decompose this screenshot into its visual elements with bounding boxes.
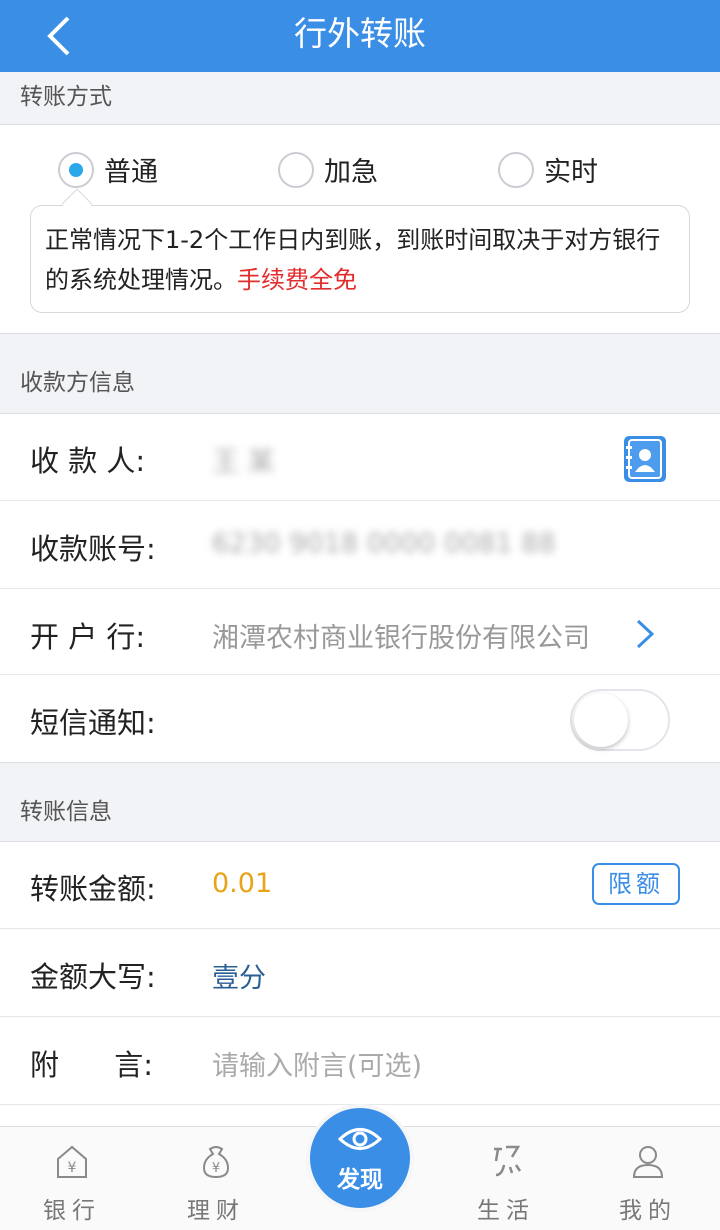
divider bbox=[0, 674, 720, 675]
wealth-icon: ¥ bbox=[202, 1146, 230, 1179]
amount-uppercase-row: 金额大写: 壹分 bbox=[0, 930, 720, 1018]
remark-row[interactable]: 附 言: 请输入附言(可选) bbox=[0, 1018, 720, 1106]
svg-text:¥: ¥ bbox=[68, 1160, 77, 1176]
radio-unchecked-icon[interactable] bbox=[498, 151, 534, 188]
tab-wealth[interactable]: ¥ 理财 bbox=[156, 1127, 276, 1230]
remark-label: 附 言: bbox=[30, 1048, 154, 1082]
payee-account-value: 6230 9018 0000 0081 88 bbox=[212, 528, 556, 559]
tab-life[interactable]: 生活 bbox=[446, 1127, 566, 1230]
divider bbox=[0, 588, 720, 589]
payee-bank-value: 湘潭农村商业银行股份有限公司 bbox=[212, 623, 590, 654]
limit-button[interactable]: 限额 bbox=[592, 863, 680, 905]
radio-realtime-label: 实时 bbox=[544, 157, 598, 188]
transfer-info-header: 转账信息 bbox=[0, 764, 720, 841]
radio-checked-icon[interactable] bbox=[58, 151, 94, 188]
page-title: 行外转账 bbox=[294, 14, 426, 53]
amount-value[interactable]: 0.01 bbox=[212, 868, 272, 899]
divider bbox=[0, 928, 720, 929]
fee-free-highlight: 手续费全免 bbox=[237, 266, 357, 294]
payee-name-value: 王 某 bbox=[212, 447, 275, 478]
sms-notify-row: 短信通知: bbox=[0, 676, 720, 764]
amount-uppercase-label: 金额大写: bbox=[30, 960, 156, 994]
navigation-bar: 行外转账 bbox=[0, 0, 720, 72]
tab-life-label: 生活 bbox=[477, 1198, 535, 1224]
life-icon bbox=[494, 1145, 522, 1177]
radio-unchecked-icon[interactable] bbox=[278, 151, 314, 188]
tab-wealth-label: 理财 bbox=[187, 1198, 245, 1224]
sms-notify-toggle[interactable] bbox=[570, 689, 670, 751]
payee-account-label: 收款账号: bbox=[30, 532, 156, 566]
svg-text:¥: ¥ bbox=[212, 1161, 220, 1176]
radio-normal[interactable]: 普通 bbox=[58, 150, 158, 189]
eye-icon bbox=[338, 1128, 382, 1150]
remark-input[interactable]: 请输入附言(可选) bbox=[212, 1044, 422, 1083]
bank-icon: ¥ bbox=[57, 1145, 87, 1178]
payee-bank-label: 开 户 行: bbox=[30, 620, 146, 654]
profile-icon bbox=[632, 1146, 664, 1178]
payee-info-header: 收款方信息 bbox=[0, 335, 720, 413]
payee-account-row[interactable]: 收款账号: 6230 9018 0000 0081 88 bbox=[0, 502, 720, 590]
contact-book-icon[interactable] bbox=[624, 436, 666, 482]
tab-bank[interactable]: ¥ 银行 bbox=[12, 1127, 132, 1230]
tab-profile-label: 我的 bbox=[619, 1198, 677, 1224]
divider bbox=[0, 1016, 720, 1017]
payee-bank-row[interactable]: 开 户 行: 湘潭农村商业银行股份有限公司 bbox=[0, 590, 720, 678]
divider bbox=[0, 500, 720, 501]
tab-bank-label: 银行 bbox=[43, 1198, 101, 1224]
transfer-method-header: 转账方式 bbox=[0, 72, 720, 124]
amount-row[interactable]: 转账金额: 0.01 限额 bbox=[0, 842, 720, 930]
radio-urgent-label: 加急 bbox=[324, 157, 378, 188]
amount-uppercase-value: 壹分 bbox=[212, 963, 266, 994]
radio-realtime[interactable]: 实时 bbox=[498, 150, 598, 189]
tab-discover-label: 发现 bbox=[337, 1167, 383, 1193]
radio-normal-label: 普通 bbox=[104, 157, 158, 188]
toggle-knob bbox=[574, 693, 628, 747]
transfer-method-tip: 正常情况下1-2个工作日内到账，到账时间取决于对方银行的系统处理情况。手续费全免 bbox=[30, 205, 690, 313]
chevron-right-icon bbox=[636, 619, 655, 649]
payee-name-label: 收 款 人: bbox=[30, 444, 146, 478]
radio-urgent[interactable]: 加急 bbox=[278, 150, 378, 189]
payee-name-row[interactable]: 收 款 人: 王 某 bbox=[0, 414, 720, 502]
tab-profile[interactable]: 我的 bbox=[588, 1127, 708, 1230]
amount-label: 转账金额: bbox=[30, 872, 156, 906]
tab-discover[interactable]: 发现 bbox=[306, 1104, 414, 1212]
sms-notify-label: 短信通知: bbox=[30, 706, 156, 740]
